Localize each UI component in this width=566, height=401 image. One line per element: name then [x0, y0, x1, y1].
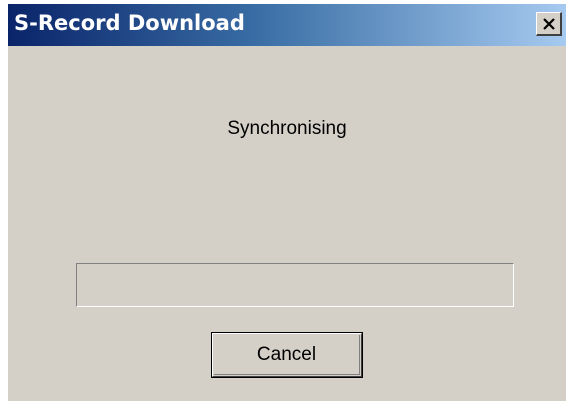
progress-bar — [76, 263, 514, 307]
cancel-button-label: Cancel — [214, 335, 360, 375]
window-edge-left — [0, 0, 8, 401]
cancel-button[interactable]: Cancel — [211, 332, 363, 378]
window-title: S-Record Download — [14, 11, 245, 35]
close-button[interactable] — [536, 12, 562, 36]
status-text: Synchronising — [227, 118, 347, 139]
s-record-download-dialog: S-Record Download Synchronising Cancel — [0, 0, 566, 401]
close-icon — [542, 17, 555, 30]
title-bar[interactable]: S-Record Download — [8, 4, 566, 46]
